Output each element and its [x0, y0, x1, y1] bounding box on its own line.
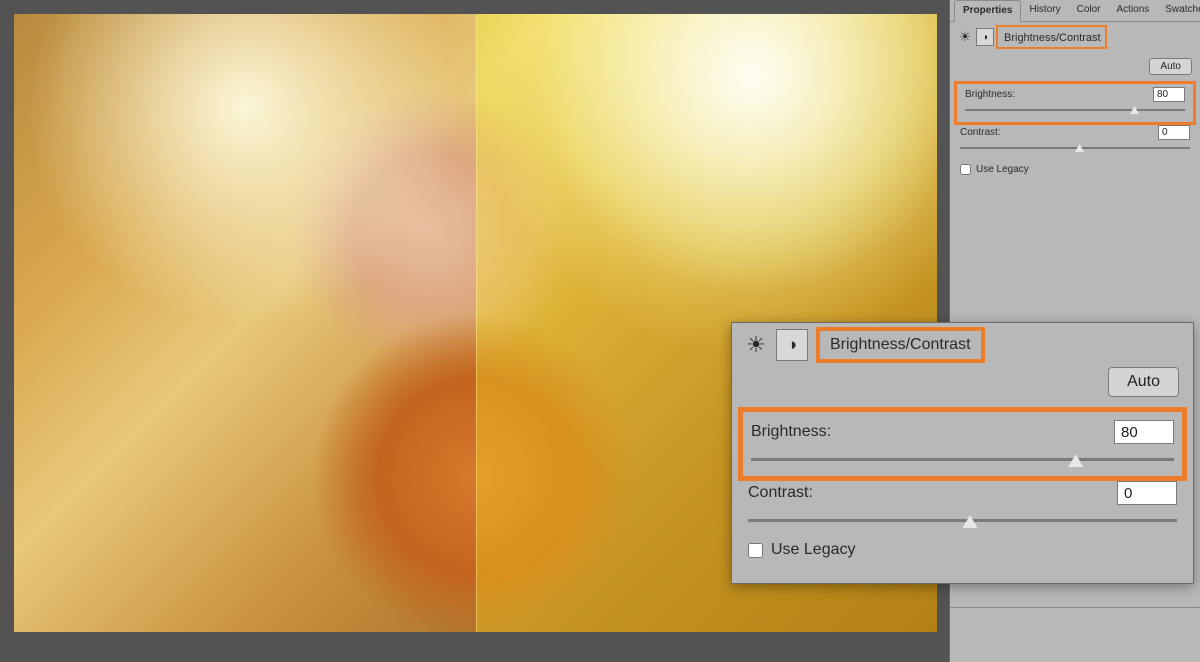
brightness-icon: ☀ — [740, 329, 772, 361]
zoom-overlay-panel: ☀ ◑ Brightness/Contrast Auto Brightness:… — [731, 322, 1194, 584]
overlay-use-legacy-checkbox[interactable] — [748, 543, 763, 558]
contrast-slider[interactable] — [960, 142, 1190, 154]
contrast-value-input[interactable] — [1158, 125, 1190, 140]
adjustment-title: Brightness/Contrast — [1004, 32, 1101, 44]
overlay-contrast-slider[interactable] — [748, 511, 1177, 531]
overlay-contrast-value-input[interactable] — [1117, 481, 1177, 505]
tab-history[interactable]: History — [1021, 0, 1068, 21]
brightness-value-input[interactable] — [1153, 87, 1185, 102]
panel-body: ☀ ◑ Brightness/Contrast Auto Brightness: — [950, 22, 1200, 183]
overlay-adjustment-title: Brightness/Contrast — [830, 336, 971, 353]
contrast-slider-block: Contrast: — [956, 125, 1194, 154]
panel-bottom-strip — [950, 607, 1200, 662]
tab-swatches[interactable]: Swatches — [1157, 0, 1200, 21]
adjustment-header: ☀ ◑ Brightness/Contrast — [956, 26, 1194, 48]
overlay-contrast-label: Contrast: — [748, 484, 813, 502]
overlay-adjustment-header: ☀ ◑ Brightness/Contrast — [732, 323, 1193, 367]
mask-icon[interactable]: ◑ — [976, 28, 994, 46]
brightness-label: Brightness: — [965, 89, 1015, 100]
overlay-title-highlight: Brightness/Contrast — [816, 327, 985, 363]
overlay-brightness-slider[interactable] — [751, 450, 1174, 470]
overlay-brightness-highlight: Brightness: — [738, 407, 1187, 481]
panel-tabs: Properties History Color Actions Swatche… — [950, 0, 1200, 22]
auto-button[interactable]: Auto — [1149, 58, 1192, 75]
tab-properties[interactable]: Properties — [954, 0, 1021, 22]
overlay-use-legacy-row[interactable]: Use Legacy — [732, 535, 1193, 565]
adjustment-title-highlight: Brightness/Contrast — [996, 25, 1107, 49]
use-legacy-checkbox[interactable] — [960, 164, 971, 175]
mask-icon[interactable]: ◑ — [776, 329, 808, 361]
contrast-label: Contrast: — [960, 127, 1001, 138]
tab-color[interactable]: Color — [1069, 0, 1109, 21]
brightness-slider-block: Brightness: — [961, 87, 1189, 116]
brightness-highlight: Brightness: — [954, 81, 1196, 125]
use-legacy-row[interactable]: Use Legacy — [956, 160, 1194, 179]
overlay-brightness-value-input[interactable] — [1114, 420, 1174, 444]
overlay-contrast-slider-block: Contrast: — [732, 481, 1193, 531]
brightness-icon: ☀ — [956, 28, 974, 46]
overlay-use-legacy-label: Use Legacy — [771, 541, 856, 559]
overlay-brightness-label: Brightness: — [751, 423, 831, 441]
use-legacy-label: Use Legacy — [976, 164, 1029, 175]
tab-actions[interactable]: Actions — [1109, 0, 1158, 21]
brightness-slider[interactable] — [965, 104, 1185, 116]
overlay-auto-button[interactable]: Auto — [1108, 367, 1179, 397]
